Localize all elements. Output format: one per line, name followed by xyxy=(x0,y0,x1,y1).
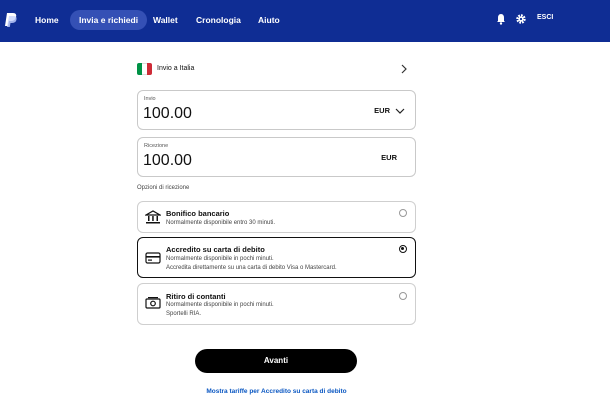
send-amount-field[interactable]: Invio 100.00 EUR xyxy=(137,90,416,130)
show-fees-link[interactable]: Mostra tariffe per Accredito su carta di… xyxy=(0,388,553,395)
nav-help[interactable]: Aiuto xyxy=(249,10,289,30)
option-radio[interactable] xyxy=(399,209,407,217)
card-icon xyxy=(145,252,161,264)
option-title: Accredito su carta di debito xyxy=(166,245,265,254)
bank-icon xyxy=(145,210,161,224)
italy-flag-icon xyxy=(137,63,152,75)
nav-send-request[interactable]: Invia e richiedi xyxy=(70,10,148,30)
option-description: Accredita direttamente su una carta di d… xyxy=(166,265,337,271)
destination-country-label: Invio a Italia xyxy=(157,65,195,72)
nav-wallet[interactable]: Wallet xyxy=(144,10,187,30)
option-description: Normalmente disponibile in pochi minuti. xyxy=(166,256,274,262)
nav-home[interactable]: Home xyxy=(26,10,68,30)
receive-amount-value[interactable]: 100.00 xyxy=(143,152,192,170)
option-description: Sportelli RIA. xyxy=(166,311,202,317)
receive-amount-field[interactable]: Ricezione 100.00 EUR xyxy=(137,137,416,177)
option-radio[interactable] xyxy=(399,245,407,253)
nav-history[interactable]: Cronologia xyxy=(187,10,250,30)
bell-icon[interactable] xyxy=(495,13,507,25)
chevron-down-icon[interactable] xyxy=(395,107,405,115)
option-title: Ritiro di contanti xyxy=(166,292,226,301)
option-description: Normalmente disponibile in pochi minuti. xyxy=(166,302,274,308)
chevron-right-icon xyxy=(401,64,407,74)
receive-options-title: Opzioni di ricezione xyxy=(137,185,190,191)
destination-country-selector[interactable]: Invio a Italia xyxy=(137,62,411,78)
option-bank-transfer[interactable]: Bonifico bancario Normalmente disponibil… xyxy=(137,201,416,233)
next-button[interactable]: Avanti xyxy=(195,349,357,373)
option-cash-pickup[interactable]: Ritiro di contanti Normalmente disponibi… xyxy=(137,283,416,325)
logout-link[interactable]: ESCI xyxy=(537,14,553,21)
top-navigation-bar: Home Invia e richiedi Wallet Cronologia … xyxy=(0,0,610,42)
cash-icon xyxy=(145,297,161,309)
gear-icon[interactable] xyxy=(515,13,527,25)
option-debit-card[interactable]: Accredito su carta di debito Normalmente… xyxy=(137,237,416,278)
send-currency-select[interactable]: EUR xyxy=(374,106,390,115)
option-title: Bonifico bancario xyxy=(166,209,230,218)
option-radio[interactable] xyxy=(399,292,407,300)
receive-amount-label: Ricezione xyxy=(144,143,169,149)
send-amount-label: Invio xyxy=(144,96,156,102)
paypal-logo[interactable] xyxy=(4,12,18,28)
option-description: Normalmente disponibile entro 30 minuti. xyxy=(166,220,276,226)
send-amount-value[interactable]: 100.00 xyxy=(143,105,192,123)
receive-currency: EUR xyxy=(381,153,397,162)
